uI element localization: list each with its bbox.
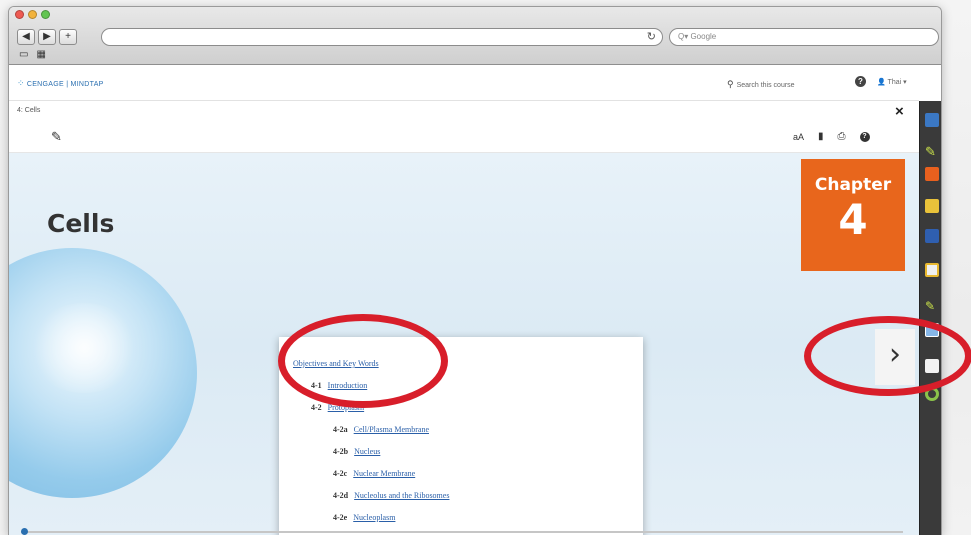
print-icon[interactable]: ⎙ (838, 131, 846, 142)
add-tab-button[interactable]: + (59, 29, 77, 45)
bookmark-icon[interactable]: ▮ (818, 131, 824, 142)
flashcards-app-icon[interactable] (925, 199, 939, 213)
user-icon: 👤 (877, 79, 886, 86)
zoom-window-button[interactable] (41, 10, 50, 19)
cell-highlight (29, 303, 139, 393)
toc-item: 4-2b Nucleus (293, 447, 643, 469)
page-title: Cells (47, 209, 115, 238)
reading-list-icon[interactable]: ▭ (19, 49, 28, 60)
cengage-logo[interactable]: ⁘ CENGAGE | MINDTAP (17, 78, 104, 89)
reader-toolbar: ✎ aA ▮ ⎙ ? (9, 123, 919, 153)
browser-window: ◀ ▶ + ↻ Q▾ Google ▭ ▦ ⁘ CENGAGE | MINDTAP… (8, 6, 942, 535)
logo-text: CENGAGE | MINDTAP (26, 81, 104, 88)
window-controls (15, 10, 50, 19)
toc-link[interactable]: Cell/Plasma Membrane (354, 425, 429, 434)
minimize-window-button[interactable] (28, 10, 37, 19)
chapter-label: Chapter (814, 175, 892, 195)
toc-item-number: 4-2c (333, 469, 348, 478)
reader-content: Cells Chapter 4 Objectives and Key Words… (9, 153, 919, 535)
toc-item: 4-2a Cell/Plasma Membrane (293, 425, 643, 447)
toc-item: 4-2c Nuclear Membrane (293, 469, 643, 491)
annotation-circle-next (804, 316, 971, 396)
font-size-button[interactable]: aA (793, 132, 804, 142)
toc-item-number: 4-2d (333, 491, 349, 500)
reader-tools: aA ▮ ⎙ ? (793, 131, 870, 142)
notes-app-icon[interactable] (925, 263, 939, 277)
app-header: ⁘ CENGAGE | MINDTAP ⚲ Search this course ?… (9, 65, 919, 101)
progress-handle[interactable] (21, 528, 28, 535)
browser-titlebar: ◀ ▶ + ↻ Q▾ Google ▭ ▦ (9, 7, 941, 65)
chapter-badge: Chapter 4 (801, 159, 905, 271)
toc-link[interactable]: Nucleoplasm (353, 513, 395, 522)
dictionary-app-icon[interactable] (925, 229, 939, 243)
toc-link[interactable]: Nuclear Membrane (353, 469, 415, 478)
toc-item: 4-2d Nucleolus and the Ribosomes (293, 491, 643, 513)
pencil-icon[interactable]: ✎ (51, 129, 62, 145)
toc-item-number: 4-2 (311, 403, 322, 412)
breadcrumb: 4: Cells (17, 107, 41, 114)
user-menu[interactable]: 👤 Thai ▾ (877, 78, 907, 86)
info-icon[interactable]: ? (859, 131, 870, 142)
book-app-icon[interactable] (925, 113, 939, 127)
toc-item-number: 4-2a (333, 425, 348, 434)
address-bar[interactable]: ↻ (101, 28, 663, 46)
nav-buttons: ◀ ▶ + (17, 29, 77, 45)
course-search-placeholder: Search this course (736, 82, 795, 89)
forward-button[interactable]: ▶ (38, 29, 56, 45)
close-reader-button[interactable]: × (895, 103, 904, 120)
edit-app-icon[interactable]: ✎ (925, 299, 939, 313)
user-name: Thai ▾ (887, 79, 907, 86)
annotation-circle-toc (278, 314, 448, 408)
reload-icon[interactable]: ↻ (647, 30, 656, 43)
top-sites-icon[interactable]: ▦ (36, 49, 45, 60)
cengage-logo-icon: ⁘ (17, 78, 25, 88)
course-search[interactable]: ⚲ Search this course (727, 79, 795, 90)
highlighter-app-icon[interactable]: ✎ (925, 145, 939, 159)
app-dock: ✎ ✎ (919, 101, 941, 535)
progress-track[interactable] (21, 531, 903, 533)
search-icon: ⚲ (727, 79, 734, 89)
breadcrumb-row: 4: Cells × (9, 101, 919, 123)
bookmarks-bar: ▭ ▦ (19, 49, 46, 60)
browser-search-input[interactable]: Q▾ Google (669, 28, 939, 46)
toc-link[interactable]: Nucleolus and the Ribosomes (354, 491, 449, 500)
toc-item-number: 4-2e (333, 513, 348, 522)
close-window-button[interactable] (15, 10, 24, 19)
help-icon[interactable]: ? (855, 76, 866, 87)
back-button[interactable]: ◀ (17, 29, 35, 45)
rss-app-icon[interactable] (925, 167, 939, 181)
chapter-number: 4 (838, 195, 868, 244)
toc-link[interactable]: Nucleus (354, 447, 380, 456)
toc-item-number: 4-2b (333, 447, 349, 456)
